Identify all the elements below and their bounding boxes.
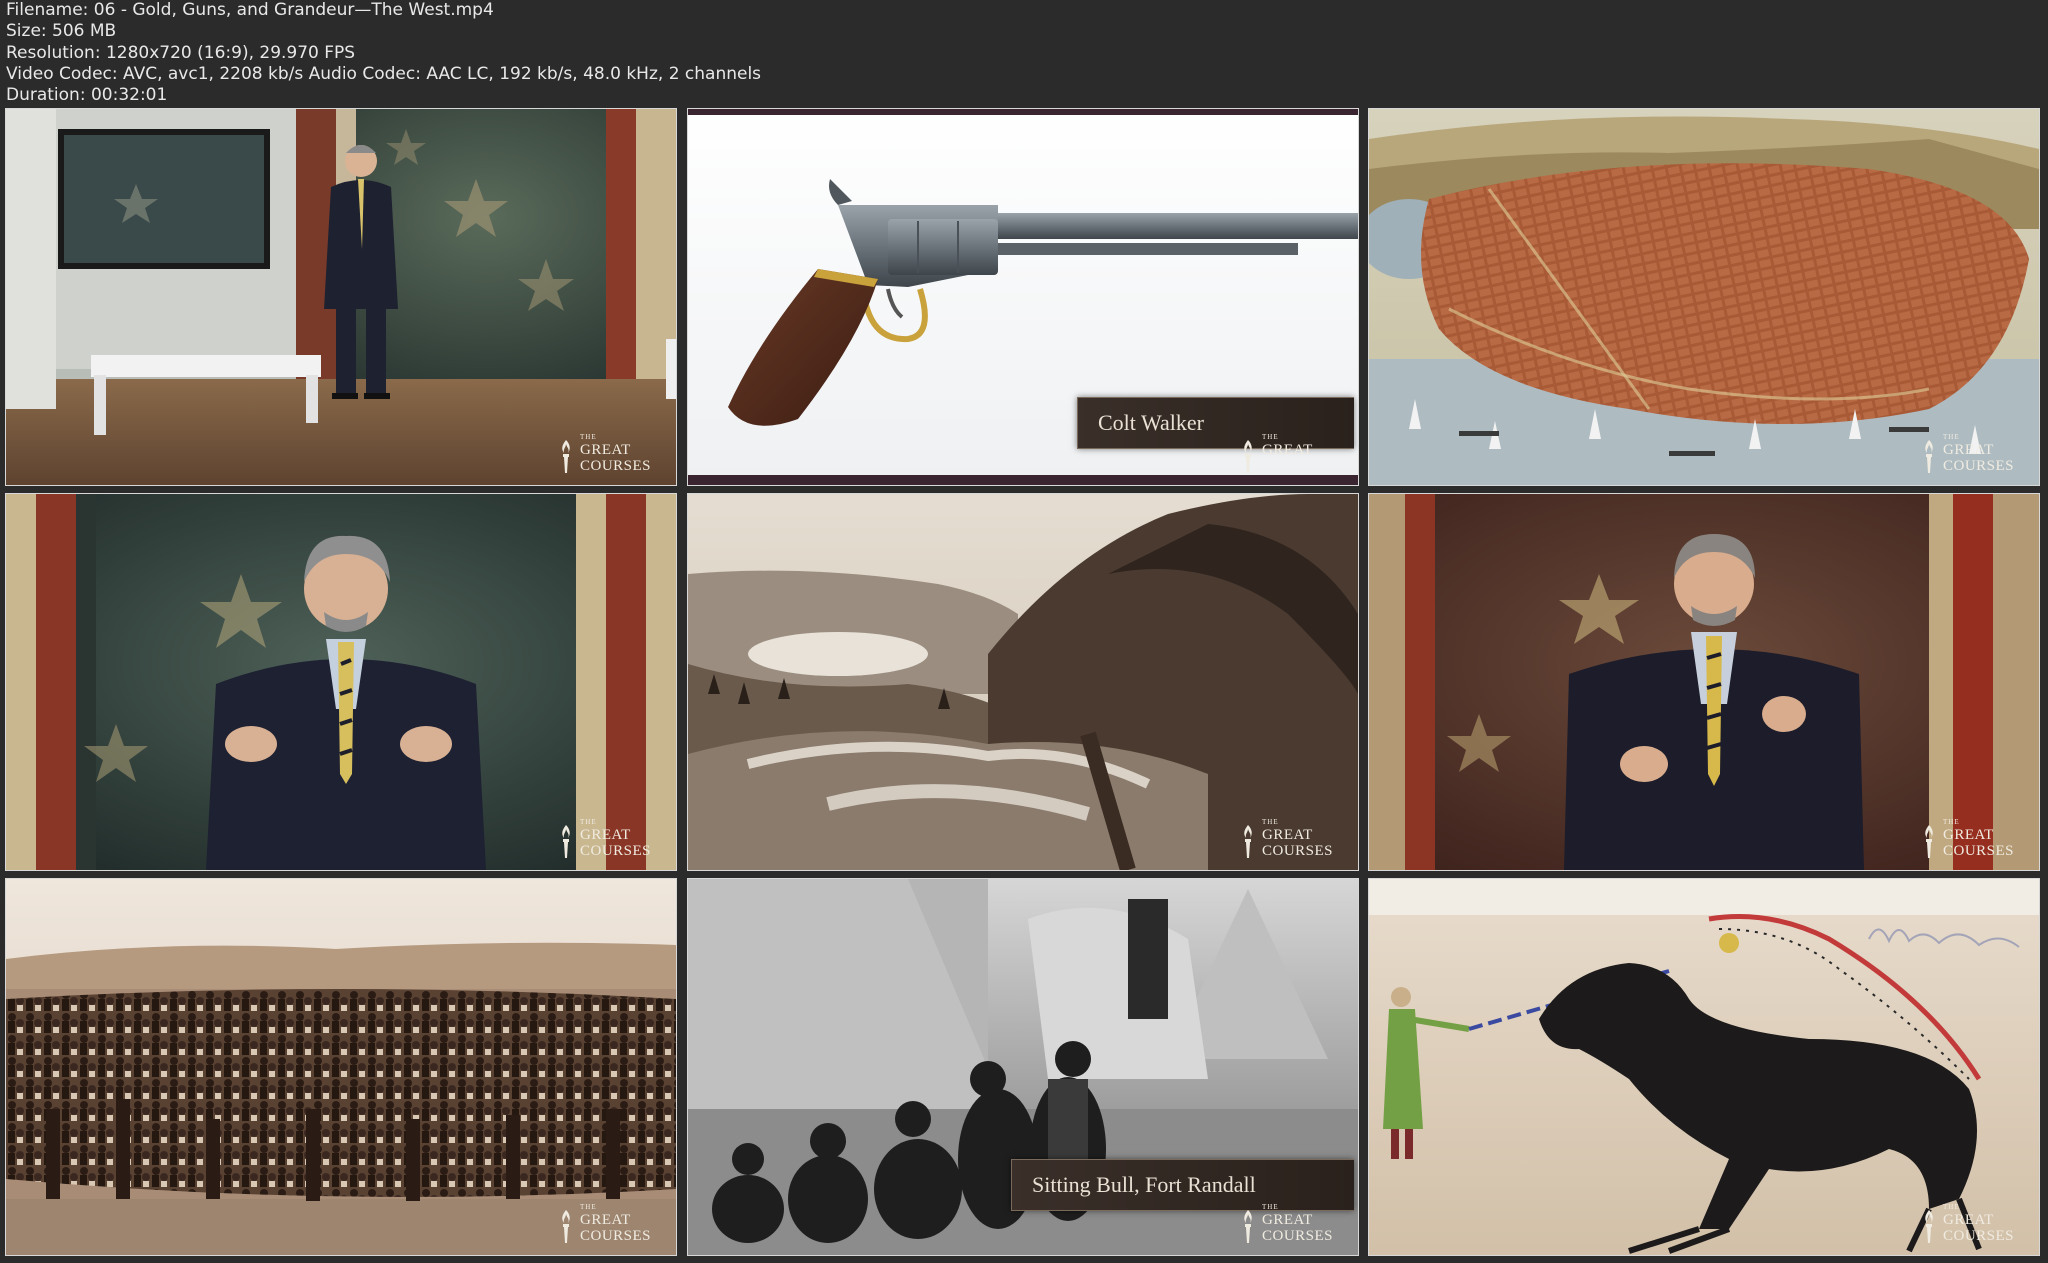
filename-line: Filename: 06 - Gold, Guns, and Grandeur—… bbox=[6, 0, 494, 20]
resolution-line: Resolution: 1280x720 (16:9), 29.970 FPS bbox=[6, 42, 356, 63]
great-courses-logo: THE GREAT COURSES bbox=[1921, 433, 2031, 479]
torch-icon bbox=[1240, 1209, 1256, 1245]
thumbnail-frame-8[interactable]: Sitting Bull, Fort Randall THE GREAT COU… bbox=[687, 878, 1359, 1256]
great-courses-logo: THE GREAT bbox=[1240, 433, 1350, 479]
torch-icon bbox=[558, 824, 574, 860]
thumbnail-frame-3[interactable]: THE GREAT COURSES bbox=[1368, 108, 2040, 486]
great-courses-logo: THE GREAT COURSES bbox=[1240, 1203, 1350, 1249]
torch-icon bbox=[1921, 439, 1937, 475]
duration-line: Duration: 00:32:01 bbox=[6, 85, 168, 106]
thumbnail-frame-9[interactable]: THE GREAT COURSES bbox=[1368, 878, 2040, 1256]
great-courses-logo: THE GREAT COURSES bbox=[558, 433, 668, 479]
torch-icon bbox=[1240, 824, 1256, 860]
torch-icon bbox=[558, 439, 574, 475]
torch-icon bbox=[1921, 1209, 1937, 1245]
size-line: Size: 506 MB bbox=[6, 21, 117, 42]
thumbnail-frame-1[interactable]: THE GREAT COURSES bbox=[5, 108, 677, 486]
codec-line: Video Codec: AVC, avc1, 2208 kb/s Audio … bbox=[6, 63, 762, 84]
thumbnail-frame-2[interactable]: Colt Walker THE GREAT bbox=[687, 108, 1359, 486]
thumbnail-frame-4[interactable]: THE GREAT COURSES bbox=[5, 493, 677, 871]
thumbnail-frame-6[interactable]: THE GREAT COURSES bbox=[1368, 493, 2040, 871]
great-courses-logo: THE GREAT COURSES bbox=[1921, 1203, 2031, 1249]
great-courses-logo: THE GREAT COURSES bbox=[558, 1203, 668, 1249]
torch-icon bbox=[1240, 439, 1256, 475]
thumbnail-frame-5[interactable]: THE GREAT COURSES bbox=[687, 493, 1359, 871]
torch-icon bbox=[558, 1209, 574, 1245]
great-courses-logo: THE GREAT COURSES bbox=[1921, 818, 2031, 864]
thumbnail-frame-7[interactable]: THE GREAT COURSES bbox=[5, 878, 677, 1256]
torch-icon bbox=[1921, 824, 1937, 860]
great-courses-logo: THE GREAT COURSES bbox=[1240, 818, 1350, 864]
great-courses-logo: THE GREAT COURSES bbox=[558, 818, 668, 864]
video-info-panel: Filename: 06 - Gold, Guns, and Grandeur—… bbox=[6, 0, 2036, 106]
